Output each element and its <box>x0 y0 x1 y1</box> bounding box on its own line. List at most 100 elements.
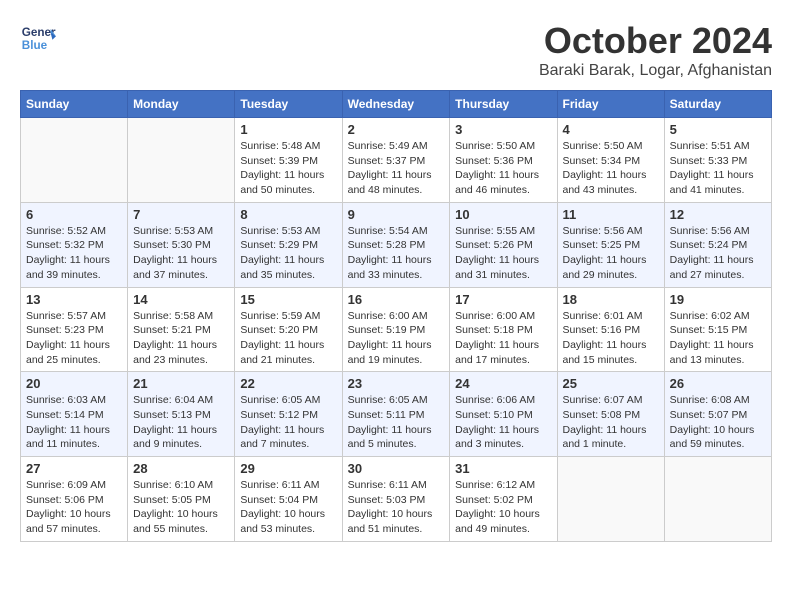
day-info: Sunrise: 6:06 AMSunset: 5:10 PMDaylight:… <box>455 393 551 452</box>
day-info: Sunrise: 5:57 AMSunset: 5:23 PMDaylight:… <box>26 309 122 368</box>
page-header: General Blue October 2024 Baraki Barak, … <box>20 20 772 80</box>
day-info: Sunrise: 5:54 AMSunset: 5:28 PMDaylight:… <box>348 224 445 283</box>
weekday-header-tuesday: Tuesday <box>235 91 342 118</box>
day-number: 16 <box>348 292 445 307</box>
calendar-cell <box>664 457 771 542</box>
weekday-header-sunday: Sunday <box>21 91 128 118</box>
day-number: 2 <box>348 122 445 137</box>
day-number: 15 <box>240 292 336 307</box>
calendar-cell: 8 Sunrise: 5:53 AMSunset: 5:29 PMDaylight… <box>235 202 342 287</box>
day-info: Sunrise: 5:51 AMSunset: 5:33 PMDaylight:… <box>670 139 766 198</box>
calendar-cell: 27Sunrise: 6:09 AMSunset: 5:06 PMDayligh… <box>21 457 128 542</box>
day-info: Sunrise: 5:53 AMSunset: 5:29 PMDaylight:… <box>240 224 336 283</box>
day-info: Sunrise: 5:56 AMSunset: 5:24 PMDaylight:… <box>670 224 766 283</box>
calendar-week-4: 20 Sunrise: 6:03 AMSunset: 5:14 PMDayligh… <box>21 372 772 457</box>
calendar-cell: 20 Sunrise: 6:03 AMSunset: 5:14 PMDayligh… <box>21 372 128 457</box>
day-number: 18 <box>563 292 659 307</box>
day-number: 25 <box>563 376 659 391</box>
location-title: Baraki Barak, Logar, Afghanistan <box>539 62 772 80</box>
day-number: 30 <box>348 461 445 476</box>
day-number: 29 <box>240 461 336 476</box>
day-number: 19 <box>670 292 766 307</box>
calendar-cell: 9 Sunrise: 5:54 AMSunset: 5:28 PMDaylight… <box>342 202 450 287</box>
calendar-week-5: 27Sunrise: 6:09 AMSunset: 5:06 PMDayligh… <box>21 457 772 542</box>
day-info: Sunrise: 5:52 AMSunset: 5:32 PMDaylight:… <box>26 224 122 283</box>
day-number: 8 <box>240 207 336 222</box>
calendar-cell: 18 Sunrise: 6:01 AMSunset: 5:16 PMDayligh… <box>557 287 664 372</box>
day-info: Sunrise: 6:05 AMSunset: 5:12 PMDaylight:… <box>240 393 336 452</box>
weekday-header-wednesday: Wednesday <box>342 91 450 118</box>
day-info: Sunrise: 6:11 AMSunset: 5:03 PMDaylight:… <box>348 478 445 537</box>
day-info: Sunrise: 5:53 AMSunset: 5:30 PMDaylight:… <box>133 224 229 283</box>
calendar-cell: 28Sunrise: 6:10 AMSunset: 5:05 PMDayligh… <box>128 457 235 542</box>
title-area: October 2024 Baraki Barak, Logar, Afghan… <box>539 20 772 80</box>
day-info: Sunrise: 6:08 AMSunset: 5:07 PMDaylight:… <box>670 393 766 452</box>
day-number: 5 <box>670 122 766 137</box>
day-info: Sunrise: 6:03 AMSunset: 5:14 PMDaylight:… <box>26 393 122 452</box>
day-number: 12 <box>670 207 766 222</box>
day-number: 20 <box>26 376 122 391</box>
calendar-cell: 5 Sunrise: 5:51 AMSunset: 5:33 PMDaylight… <box>664 118 771 203</box>
calendar-cell: 7 Sunrise: 5:53 AMSunset: 5:30 PMDaylight… <box>128 202 235 287</box>
calendar-cell: 10 Sunrise: 5:55 AMSunset: 5:26 PMDayligh… <box>450 202 557 287</box>
calendar-cell <box>21 118 128 203</box>
svg-text:Blue: Blue <box>22 39 48 52</box>
day-info: Sunrise: 5:58 AMSunset: 5:21 PMDaylight:… <box>133 309 229 368</box>
day-info: Sunrise: 5:48 AMSunset: 5:39 PMDaylight:… <box>240 139 336 198</box>
calendar-cell: 1 Sunrise: 5:48 AMSunset: 5:39 PMDaylight… <box>235 118 342 203</box>
calendar-cell <box>128 118 235 203</box>
calendar-week-1: 1 Sunrise: 5:48 AMSunset: 5:39 PMDaylight… <box>21 118 772 203</box>
calendar-cell <box>557 457 664 542</box>
day-number: 27 <box>26 461 122 476</box>
day-info: Sunrise: 6:12 AMSunset: 5:02 PMDaylight:… <box>455 478 551 537</box>
calendar-cell: 25 Sunrise: 6:07 AMSunset: 5:08 PMDayligh… <box>557 372 664 457</box>
logo: General Blue <box>20 20 56 56</box>
calendar-cell: 23Sunrise: 6:05 AMSunset: 5:11 PMDayligh… <box>342 372 450 457</box>
calendar-week-2: 6Sunrise: 5:52 AMSunset: 5:32 PMDaylight… <box>21 202 772 287</box>
month-title: October 2024 <box>539 20 772 62</box>
day-info: Sunrise: 6:11 AMSunset: 5:04 PMDaylight:… <box>240 478 336 537</box>
calendar-cell: 19 Sunrise: 6:02 AMSunset: 5:15 PMDayligh… <box>664 287 771 372</box>
day-info: Sunrise: 5:50 AMSunset: 5:36 PMDaylight:… <box>455 139 551 198</box>
logo-icon: General Blue <box>20 20 56 56</box>
day-info: Sunrise: 6:00 AMSunset: 5:18 PMDaylight:… <box>455 309 551 368</box>
day-number: 1 <box>240 122 336 137</box>
calendar-cell: 17 Sunrise: 6:00 AMSunset: 5:18 PMDayligh… <box>450 287 557 372</box>
calendar-table: SundayMondayTuesdayWednesdayThursdayFrid… <box>20 90 772 542</box>
day-number: 22 <box>240 376 336 391</box>
calendar-cell: 12 Sunrise: 5:56 AMSunset: 5:24 PMDayligh… <box>664 202 771 287</box>
calendar-cell: 13 Sunrise: 5:57 AMSunset: 5:23 PMDayligh… <box>21 287 128 372</box>
weekday-header-thursday: Thursday <box>450 91 557 118</box>
day-number: 21 <box>133 376 229 391</box>
day-number: 26 <box>670 376 766 391</box>
day-number: 14 <box>133 292 229 307</box>
day-number: 11 <box>563 207 659 222</box>
calendar-cell: 16 Sunrise: 6:00 AMSunset: 5:19 PMDayligh… <box>342 287 450 372</box>
calendar-header-row: SundayMondayTuesdayWednesdayThursdayFrid… <box>21 91 772 118</box>
calendar-cell: 21 Sunrise: 6:04 AMSunset: 5:13 PMDayligh… <box>128 372 235 457</box>
day-number: 28 <box>133 461 229 476</box>
calendar-week-3: 13 Sunrise: 5:57 AMSunset: 5:23 PMDayligh… <box>21 287 772 372</box>
day-number: 9 <box>348 207 445 222</box>
day-number: 13 <box>26 292 122 307</box>
calendar-cell: 31 Sunrise: 6:12 AMSunset: 5:02 PMDayligh… <box>450 457 557 542</box>
day-number: 7 <box>133 207 229 222</box>
day-info: Sunrise: 5:59 AMSunset: 5:20 PMDaylight:… <box>240 309 336 368</box>
weekday-header-saturday: Saturday <box>664 91 771 118</box>
calendar-cell: 24 Sunrise: 6:06 AMSunset: 5:10 PMDayligh… <box>450 372 557 457</box>
day-info: Sunrise: 6:02 AMSunset: 5:15 PMDaylight:… <box>670 309 766 368</box>
day-info: Sunrise: 6:07 AMSunset: 5:08 PMDaylight:… <box>563 393 659 452</box>
day-info: Sunrise: 6:04 AMSunset: 5:13 PMDaylight:… <box>133 393 229 452</box>
day-number: 17 <box>455 292 551 307</box>
day-info: Sunrise: 5:55 AMSunset: 5:26 PMDaylight:… <box>455 224 551 283</box>
calendar-cell: 6Sunrise: 5:52 AMSunset: 5:32 PMDaylight… <box>21 202 128 287</box>
day-number: 4 <box>563 122 659 137</box>
day-number: 10 <box>455 207 551 222</box>
day-info: Sunrise: 6:00 AMSunset: 5:19 PMDaylight:… <box>348 309 445 368</box>
day-info: Sunrise: 6:01 AMSunset: 5:16 PMDaylight:… <box>563 309 659 368</box>
day-number: 3 <box>455 122 551 137</box>
day-number: 24 <box>455 376 551 391</box>
calendar-cell: 30 Sunrise: 6:11 AMSunset: 5:03 PMDayligh… <box>342 457 450 542</box>
day-number: 31 <box>455 461 551 476</box>
calendar-cell: 11Sunrise: 5:56 AMSunset: 5:25 PMDayligh… <box>557 202 664 287</box>
